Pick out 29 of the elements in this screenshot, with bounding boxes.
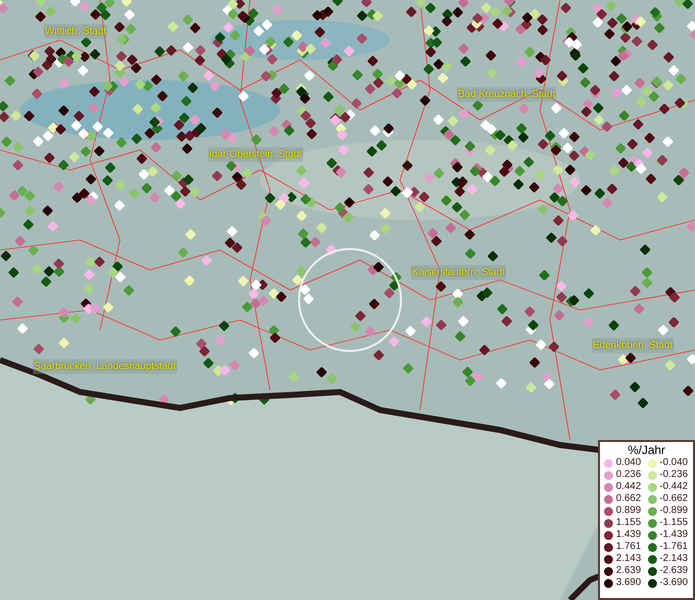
- legend-value: -0.662: [660, 493, 688, 505]
- city-label: Idar-Oberstein, Stadt: [208, 147, 303, 162]
- legend-value: -1.155: [660, 517, 688, 529]
- city-label: Bad Kreuznach, Stadt: [457, 87, 556, 102]
- city-label: Kaiserslautern, Stadt: [411, 265, 506, 280]
- legend-value: -2.639: [660, 565, 688, 577]
- legend-value: -0.236: [660, 469, 688, 481]
- legend-value: -1.761: [660, 541, 688, 553]
- city-label: Saarbrücken, Landeshauptstadt: [33, 359, 177, 374]
- legend-value: 0.236: [616, 469, 642, 481]
- legend-value: -2.143: [660, 553, 688, 565]
- legend-value: 2.143: [616, 553, 642, 565]
- city-label: Edenkoben, Stadt: [592, 338, 674, 353]
- legend-title: %/Jahr: [626, 443, 666, 457]
- legend-value: 0.662: [616, 493, 642, 505]
- legend-value: 1.155: [616, 517, 642, 529]
- legend-value: -1.439: [660, 529, 688, 541]
- legend-value: 1.761: [616, 541, 642, 553]
- city-label: Wittlich, Stadt: [44, 24, 108, 39]
- legend-value: 0.040: [616, 457, 642, 469]
- legend-value: 0.442: [616, 481, 642, 493]
- legend-value: 0.899: [616, 505, 642, 517]
- legend-value: 3.690: [616, 577, 642, 589]
- legend-value: -3.690: [660, 577, 688, 589]
- legend-value: 2.639: [616, 565, 642, 577]
- legend-value: -0.040: [660, 457, 688, 469]
- legend-value: -0.442: [660, 481, 688, 493]
- legend-value: -0.899: [660, 505, 688, 517]
- legend-value: 1.439: [616, 529, 642, 541]
